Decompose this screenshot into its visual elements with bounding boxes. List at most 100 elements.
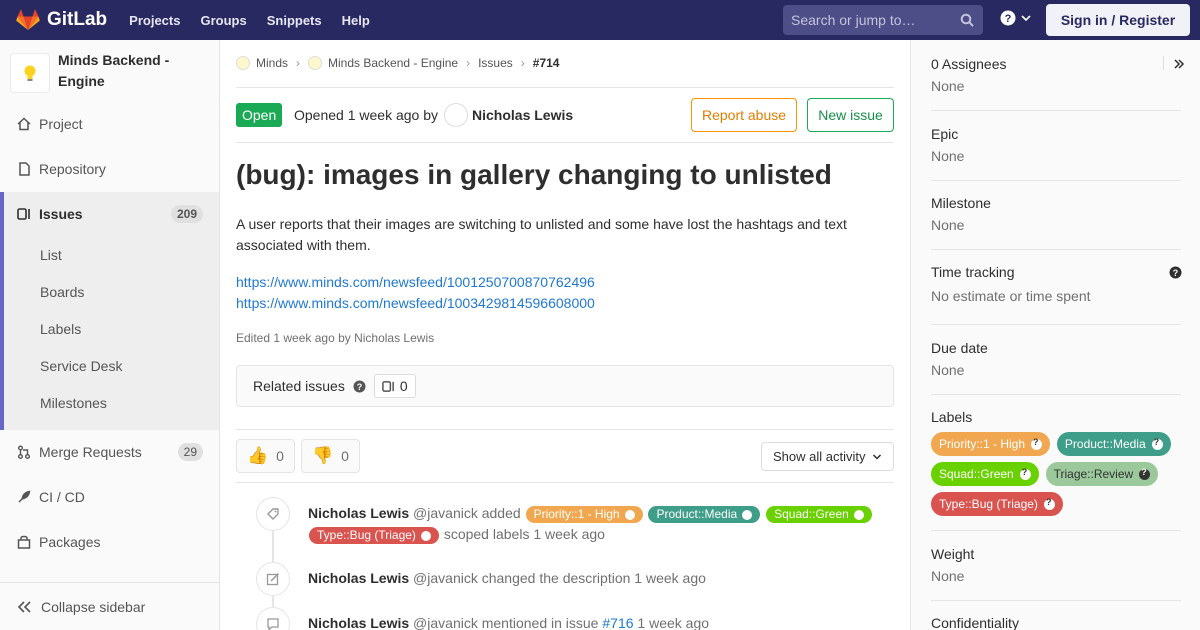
weight-block[interactable]: Weight None	[931, 546, 1181, 584]
thumbs-up-button[interactable]: 👍 0	[236, 439, 295, 473]
epic-title: Epic	[931, 126, 959, 142]
label-text: Type::Bug (Triage)	[317, 528, 416, 542]
due-date-value: None	[931, 362, 965, 378]
confidentiality-title: Confidentiality	[931, 615, 1019, 630]
breadcrumb: Minds › Minds Backend - Engine › Issues …	[236, 56, 559, 70]
assignees-block: 0 Assignees None	[931, 56, 1181, 94]
issues-icon	[16, 206, 32, 222]
due-date-title: Due date	[931, 340, 988, 356]
sidebar-item-label: Repository	[39, 161, 106, 177]
label-type[interactable]: Type::Bug (Triage)	[931, 492, 1063, 516]
event-time: 1 week ago	[637, 615, 710, 630]
sidebar-subitem-labels[interactable]: Labels	[40, 321, 81, 337]
issues-icon	[382, 380, 394, 392]
author-link[interactable]: Nicholas Lewis	[472, 107, 573, 123]
label-product[interactable]: Product::Media	[648, 506, 761, 523]
description-link[interactable]: https://www.minds.com/newsfeed/100342981…	[236, 295, 595, 311]
divider	[931, 180, 1181, 181]
double-chevron-left-icon	[17, 600, 31, 613]
sidebar-item-issues[interactable]: Issues 209	[0, 194, 219, 234]
sidebar-subitem-boards[interactable]: Boards	[40, 284, 84, 300]
sidebar-item-project[interactable]: Project	[0, 104, 219, 144]
event-action: changed the description	[481, 570, 631, 586]
nav-groups[interactable]: Groups	[200, 13, 246, 28]
sidebar-item-packages[interactable]: Packages	[0, 522, 219, 562]
breadcrumb-minds[interactable]: Minds	[256, 56, 288, 70]
breadcrumb-separator: ›	[520, 56, 525, 70]
issue-title: (bug): images in gallery changing to unl…	[236, 159, 832, 190]
breadcrumb-avatar-icon	[308, 56, 323, 70]
related-issues-count[interactable]: 0	[373, 374, 416, 398]
event-author[interactable]: Nicholas Lewis	[308, 615, 409, 630]
epic-block[interactable]: Epic None	[931, 126, 1181, 164]
issue-ref-link[interactable]: #716	[602, 615, 633, 630]
event-author[interactable]: Nicholas Lewis	[308, 570, 409, 586]
weight-title: Weight	[931, 546, 975, 562]
search-input[interactable]: Search or jump to…	[783, 5, 983, 35]
issue-main: Minds › Minds Backend - Engine › Issues …	[220, 40, 910, 630]
nav-snippets[interactable]: Snippets	[267, 13, 322, 28]
sidebar-item-repository[interactable]: Repository	[0, 149, 219, 189]
gitlab-logo[interactable]: GitLab	[16, 9, 107, 31]
help-dropdown[interactable]: ?	[1000, 10, 1032, 26]
project-header[interactable]: Minds Backend - Engine	[0, 40, 219, 104]
double-chevron-right-icon[interactable]	[1173, 58, 1185, 70]
sidebar-subitem-milestones[interactable]: Milestones	[40, 395, 107, 411]
sign-in-button[interactable]: Sign in / Register	[1046, 4, 1190, 36]
question-icon[interactable]: ?	[1169, 266, 1182, 279]
svg-text:?: ?	[1005, 13, 1012, 25]
label-text: Priority::1 - High	[939, 437, 1026, 451]
event-time: 1 week ago	[533, 526, 605, 542]
label-type[interactable]: Type::Bug (Triage)	[309, 527, 439, 544]
question-icon[interactable]: ?	[353, 380, 366, 393]
sidebar-subitem-service-desk[interactable]: Service Desk	[40, 358, 122, 374]
pencil-square-icon	[256, 562, 290, 596]
time-tracking-title: Time tracking	[931, 264, 1015, 280]
question-icon	[1031, 437, 1043, 450]
breadcrumb-project[interactable]: Minds Backend - Engine	[328, 56, 458, 70]
description-link[interactable]: https://www.minds.com/newsfeed/100125070…	[236, 274, 595, 290]
thumbs-up-count: 0	[276, 448, 284, 464]
nav-projects[interactable]: Projects	[129, 13, 180, 28]
event-handle[interactable]: @javanick	[413, 570, 478, 586]
related-issues-panel: Related issues ? 0	[236, 365, 894, 407]
activity-filter-dropdown[interactable]: Show all activity	[761, 442, 894, 471]
collapse-sidebar-button[interactable]: Collapse sidebar	[0, 582, 219, 630]
thumbs-down-count: 0	[341, 448, 349, 464]
divider	[1163, 56, 1164, 70]
due-date-block[interactable]: Due date None	[931, 340, 1181, 378]
divider	[236, 87, 894, 88]
breadcrumb-issues[interactable]: Issues	[478, 56, 513, 70]
sidebar-item-ci-cd[interactable]: CI / CD	[0, 477, 219, 517]
label-product[interactable]: Product::Media	[1056, 432, 1171, 456]
event-handle[interactable]: @javanick	[413, 505, 478, 521]
event-action: mentioned in issue	[481, 615, 599, 630]
new-issue-button[interactable]: New issue	[807, 98, 894, 132]
issue-description: A user reports that their images are swi…	[236, 216, 847, 253]
sidebar-item-merge-requests[interactable]: Merge Requests 29	[0, 432, 219, 472]
report-abuse-button[interactable]: Report abuse	[691, 98, 797, 132]
avatar[interactable]	[444, 103, 468, 127]
confidentiality-block[interactable]: Confidentiality	[931, 615, 1181, 630]
milestone-value: None	[931, 217, 965, 233]
sidebar-subitem-list[interactable]: List	[40, 247, 62, 263]
label-triage[interactable]: Triage::Review	[1045, 462, 1159, 486]
divider	[931, 249, 1181, 250]
milestone-block[interactable]: Milestone None	[931, 195, 1181, 233]
edited-note: Edited 1 week ago by Nicholas Lewis	[236, 331, 435, 345]
thumbs-down-button[interactable]: 👎 0	[301, 439, 360, 473]
svg-text:?: ?	[1173, 268, 1179, 278]
breadcrumb-separator: ›	[296, 56, 301, 70]
label-priority[interactable]: Priority::1 - High	[525, 506, 643, 523]
event-author[interactable]: Nicholas Lewis	[308, 505, 409, 521]
divider	[931, 324, 1181, 325]
nav-help[interactable]: Help	[342, 13, 370, 28]
tag-icon	[256, 497, 290, 531]
label-squad[interactable]: Squad::Green	[766, 506, 872, 523]
label-priority[interactable]: Priority::1 - High	[931, 432, 1051, 456]
breadcrumb-current[interactable]: #714	[533, 56, 560, 70]
collapse-label: Collapse sidebar	[41, 598, 146, 615]
project-sidebar: Minds Backend - Engine Project Repositor…	[0, 40, 220, 630]
label-squad[interactable]: Squad::Green	[931, 462, 1039, 486]
event-handle[interactable]: @javanick	[413, 615, 478, 630]
